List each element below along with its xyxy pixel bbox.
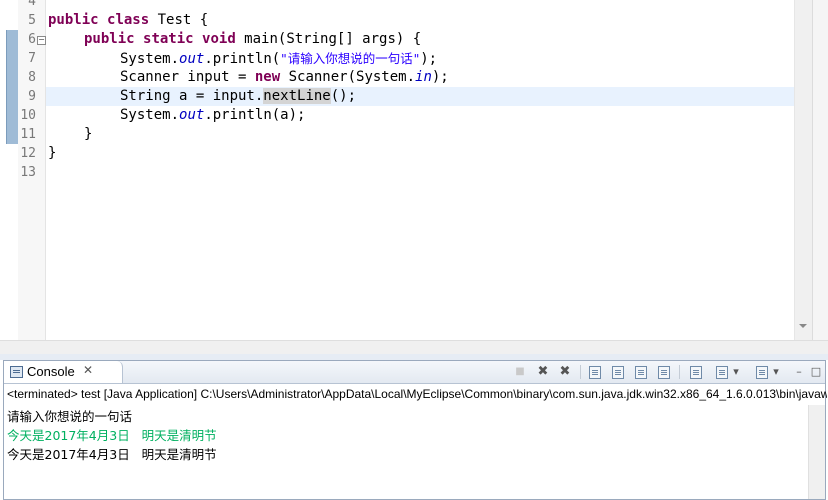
string-literal: "请输入你想说的一句话" [280, 51, 421, 66]
console-output[interactable]: 请输入你想说的一句话 今天是2017年4月3日 明天是清明节 今天是2017年4… [7, 407, 797, 464]
fold-collapse-icon[interactable]: − [37, 36, 46, 45]
line-number: 11 [20, 127, 36, 142]
maximize-icon[interactable]: □ [808, 364, 824, 380]
code-text: System. [120, 51, 180, 67]
console-process-label: <terminated> test [Java Application] C:\… [7, 387, 827, 401]
keyword: void [202, 31, 236, 47]
line-number-gutter: 4 5 6 − 7 8 9 10 11 12 13 [18, 0, 46, 340]
code-line-6[interactable]: public static void main(String[] args) { [84, 30, 421, 49]
word-wrap-icon[interactable] [656, 364, 672, 380]
close-icon[interactable]: ✕ [83, 363, 93, 377]
remove-launch-icon[interactable]: ✖ [535, 364, 551, 380]
change-ruler [0, 0, 18, 340]
changed-lines-marker [6, 30, 18, 144]
console-tab[interactable]: Console ✕ [4, 361, 123, 383]
static-field: out [179, 51, 205, 67]
code-editor[interactable]: 4 5 6 − 7 8 9 10 11 12 13 public class T… [0, 0, 828, 355]
line-number: 5 [28, 13, 36, 28]
line-number: 12 [20, 146, 36, 161]
keyword: public [84, 31, 135, 47]
occurrence-highlight: nextLine [263, 88, 331, 104]
line-number: 10 [20, 108, 36, 123]
keyword: class [107, 12, 150, 28]
remove-all-terminated-icon[interactable]: ✖ [557, 364, 573, 380]
code-text: String a = input. [120, 88, 264, 104]
code-line-12[interactable]: } [48, 144, 56, 163]
console-view: Console ✕ ■ ✖ ✖ ▾ ▾ – □ <terminated> tes… [3, 360, 827, 500]
keyword: public [48, 12, 99, 28]
code-text: Scanner input = [120, 69, 255, 85]
terminate-icon[interactable]: ■ [512, 364, 528, 380]
display-console-icon[interactable] [714, 364, 730, 380]
line-number: 8 [28, 70, 36, 85]
code-line-7[interactable]: System.out.println("请输入你想说的一句话"); [120, 49, 437, 68]
console-tab-bar: Console ✕ ■ ✖ ✖ ▾ ▾ – □ [4, 361, 825, 384]
scroll-lock-icon[interactable] [587, 364, 603, 380]
console-output-line: 今天是2017年4月3日 明天是清明节 [7, 447, 217, 462]
show-on-stderr-icon[interactable] [633, 364, 649, 380]
code-text: .println( [204, 51, 281, 67]
console-input-echo-line: 今天是2017年4月3日 明天是清明节 [7, 428, 217, 443]
toolbar-separator [580, 365, 581, 379]
console-tab-title: Console [27, 364, 75, 379]
static-field: in [415, 69, 432, 85]
code-text: .println(a); [204, 107, 306, 123]
code-text: ); [420, 51, 438, 67]
editor-vertical-scrollbar[interactable] [794, 0, 812, 340]
console-output-line: 请输入你想说的一句话 [7, 409, 133, 424]
pin-console-icon[interactable] [688, 364, 704, 380]
keyword: new [254, 69, 281, 85]
console-icon [10, 366, 23, 378]
code-text: main(String[] args) { [235, 31, 422, 47]
editor-horizontal-scrollbar[interactable] [0, 340, 828, 355]
code-text-area[interactable]: public class Test { public static void m… [48, 0, 794, 340]
static-field: out [179, 107, 205, 123]
toolbar-separator [679, 365, 680, 379]
line-number: 9 [28, 89, 36, 104]
code-line-10[interactable]: System.out.println(a); [120, 106, 305, 125]
code-text: Scanner(System. [280, 69, 416, 85]
line-number: 4 [28, 0, 36, 9]
scroll-down-arrow-icon[interactable] [799, 324, 807, 328]
code-text: ); [431, 69, 449, 85]
minimize-icon[interactable]: – [791, 364, 807, 380]
code-line-11[interactable]: } [84, 125, 92, 144]
line-number: 6 [28, 32, 36, 47]
console-vertical-scrollbar[interactable] [808, 405, 825, 499]
open-console-icon[interactable] [754, 364, 770, 380]
overview-ruler[interactable] [812, 0, 828, 340]
code-line-8[interactable]: Scanner input = new Scanner(System.in); [120, 68, 449, 87]
display-dropdown-icon[interactable]: ▾ [731, 364, 741, 380]
code-text: (); [330, 88, 357, 104]
line-number: 13 [20, 165, 36, 180]
code-text: System. [120, 107, 180, 123]
show-on-stdout-icon[interactable] [610, 364, 626, 380]
keyword: static [143, 31, 194, 47]
line-number: 7 [28, 51, 36, 66]
code-text: Test { [149, 12, 209, 28]
open-console-dropdown-icon[interactable]: ▾ [771, 364, 781, 380]
code-line-9[interactable]: String a = input.nextLine(); [120, 87, 356, 106]
code-line-5[interactable]: public class Test { [48, 11, 208, 30]
